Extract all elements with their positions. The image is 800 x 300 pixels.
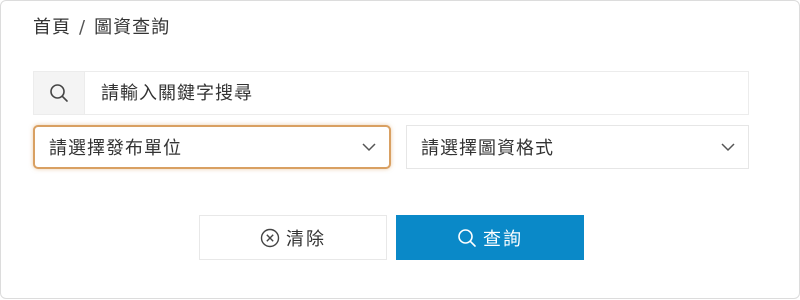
chevron-down-icon xyxy=(720,142,736,152)
breadcrumb-home[interactable]: 首頁 xyxy=(33,15,71,41)
search-button-label: 查詢 xyxy=(483,228,523,250)
clear-button[interactable]: 清除 xyxy=(199,215,387,260)
publisher-unit-select[interactable]: 請選擇發布單位 xyxy=(33,125,391,169)
query-panel: 首頁 / 圖資查詢 請選擇發布單位 請選擇圖資格式 xyxy=(0,0,800,299)
chevron-down-icon xyxy=(361,142,377,152)
breadcrumb-separator: / xyxy=(79,17,87,38)
map-format-select-label: 請選擇圖資格式 xyxy=(421,138,554,159)
search-icon xyxy=(457,228,477,248)
clear-button-label: 清除 xyxy=(286,228,326,250)
publisher-unit-select-label: 請選擇發布單位 xyxy=(49,138,182,159)
search-input[interactable] xyxy=(85,72,748,114)
breadcrumb-current: 圖資查詢 xyxy=(94,17,171,38)
search-button[interactable]: 查詢 xyxy=(396,215,584,260)
circle-x-icon xyxy=(260,228,280,248)
search-bar xyxy=(33,71,749,115)
search-icon[interactable] xyxy=(34,72,85,114)
breadcrumb: 首頁 / 圖資查詢 xyxy=(33,15,170,41)
map-format-select[interactable]: 請選擇圖資格式 xyxy=(406,125,749,169)
